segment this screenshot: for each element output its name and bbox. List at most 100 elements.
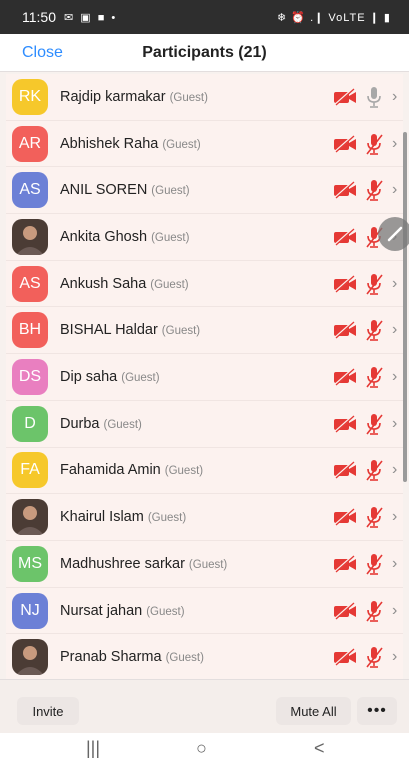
participant-role: (Guest)	[164, 465, 204, 478]
avatar: AS	[12, 172, 48, 209]
participant-name-text: Khairul Islam	[60, 509, 144, 526]
mic-muted-icon[interactable]	[364, 600, 384, 622]
status-time: 11:50	[22, 9, 56, 25]
mic-muted-icon[interactable]	[364, 459, 384, 482]
participant-name-text: Ankush Saha	[60, 275, 147, 292]
participant-role: (Guest)	[103, 418, 142, 431]
video-off-icon[interactable]	[333, 134, 357, 153]
recents-nav-icon[interactable]: |||	[86, 738, 100, 759]
notification-icons: ✉ ▣ ■ •	[64, 11, 118, 24]
participant-row[interactable]: NJ Nursat jahan (Guest) ›	[6, 588, 403, 635]
mic-muted-icon[interactable]	[364, 179, 384, 202]
participant-row[interactable]: DS Dip saha (Guest) ›	[6, 354, 403, 401]
chevron-right-icon[interactable]: ›	[392, 181, 397, 199]
mic-muted-icon[interactable]	[364, 133, 384, 155]
participant-name: Pranab Sharma (Guest)	[60, 649, 204, 665]
participant-row[interactable]: AS Ankush Saha (Guest) ›	[6, 261, 403, 308]
scrollbar[interactable]	[403, 132, 407, 482]
chevron-right-icon[interactable]: ›	[392, 508, 397, 526]
chevron-right-icon[interactable]: ›	[392, 555, 397, 573]
video-off-icon[interactable]	[333, 87, 357, 106]
avatar: AR	[12, 125, 48, 162]
participant-role: (Guest)	[150, 278, 189, 291]
video-off-icon[interactable]	[333, 321, 357, 340]
participant-role: (Guest)	[121, 372, 160, 385]
back-nav-icon[interactable]: <	[314, 738, 325, 759]
participant-name: Durba (Guest)	[60, 416, 142, 432]
video-off-icon[interactable]	[333, 648, 357, 667]
mic-muted-icon[interactable]	[364, 319, 384, 342]
avatar	[12, 499, 48, 536]
mic-muted-icon[interactable]	[364, 506, 384, 528]
video-off-icon[interactable]	[333, 508, 357, 527]
avatar	[12, 639, 48, 676]
participant-name: Nursat jahan (Guest)	[60, 603, 185, 619]
mic-muted-icon[interactable]	[364, 646, 384, 669]
video-off-icon[interactable]	[333, 461, 357, 480]
video-off-icon[interactable]	[333, 181, 357, 200]
participant-row[interactable]: Pranab Sharma (Guest) ›	[6, 634, 403, 679]
chevron-right-icon[interactable]: ›	[392, 415, 397, 433]
video-off-icon[interactable]	[333, 554, 357, 573]
video-off-icon[interactable]	[333, 414, 357, 433]
chevron-right-icon[interactable]: ›	[392, 275, 397, 293]
participant-row[interactable]: BH BISHAL Haldar (Guest) ›	[6, 308, 403, 355]
chevron-right-icon[interactable]: ›	[392, 648, 397, 666]
chevron-right-icon[interactable]: ›	[392, 135, 397, 153]
participant-row[interactable]: MS Madhushree sarkar (Guest) ›	[6, 541, 403, 588]
participant-role: (Guest)	[165, 652, 204, 665]
participant-name-text: Nursat jahan	[60, 602, 143, 619]
participant-name: Dip saha (Guest)	[60, 369, 160, 385]
chevron-right-icon[interactable]: ›	[392, 602, 397, 620]
floating-annotate-button[interactable]	[378, 217, 409, 251]
mic-muted-icon[interactable]	[364, 273, 384, 295]
avatar: D	[12, 405, 48, 442]
participants-header: Close Participants (21)	[0, 34, 409, 72]
participant-name-text: Rajdip karmakar	[60, 88, 166, 105]
video-off-icon[interactable]	[333, 601, 357, 620]
participant-name: Abhishek Raha (Guest)	[60, 136, 201, 152]
participant-name-text: Madhushree sarkar	[60, 555, 185, 572]
participant-row[interactable]: RK Rajdip karmakar (Guest) ›	[6, 74, 403, 121]
participant-role: (Guest)	[169, 91, 208, 104]
participant-row[interactable]: AR Abhishek Raha (Guest) ›	[6, 121, 403, 168]
participant-row[interactable]: Khairul Islam (Guest) ›	[6, 494, 403, 541]
participant-row[interactable]: FA Fahamida Amin (Guest) ›	[6, 448, 403, 495]
participant-name-text: Ankita Ghosh	[60, 228, 148, 245]
participant-row[interactable]: D Durba (Guest) ›	[6, 401, 403, 448]
mic-muted-icon[interactable]	[364, 366, 384, 388]
video-off-icon[interactable]	[333, 228, 357, 246]
video-off-icon[interactable]	[333, 368, 357, 386]
participant-name: Khairul Islam (Guest)	[60, 509, 186, 525]
avatar: DS	[12, 359, 48, 396]
more-options-button[interactable]: •••	[357, 697, 397, 725]
participant-name: Ankush Saha (Guest)	[60, 276, 189, 292]
participant-name: ANIL SOREN (Guest)	[60, 182, 190, 198]
participant-name: Fahamida Amin (Guest)	[60, 462, 203, 478]
participant-name: Ankita Ghosh (Guest)	[60, 229, 189, 245]
avatar: FA	[12, 452, 48, 489]
invite-button[interactable]: Invite	[17, 697, 79, 725]
participant-row[interactable]: Ankita Ghosh(Guest)›	[6, 214, 403, 261]
participant-role: (Guest)	[188, 558, 228, 571]
mic-muted-icon[interactable]	[364, 553, 384, 575]
participants-list[interactable]: RK Rajdip karmakar (Guest) › AR Abhishek Raha…	[6, 74, 403, 679]
participant-row[interactable]: AS ANIL SOREN (Guest) ›	[6, 167, 403, 215]
participant-name: BISHAL Haldar (Guest)	[60, 322, 200, 338]
participant-role: (Guest)	[151, 231, 190, 244]
chevron-right-icon[interactable]: ›	[392, 321, 397, 339]
chevron-right-icon[interactable]: ›	[392, 461, 397, 479]
participant-name-text: Fahamida Amin	[60, 462, 161, 479]
video-off-icon[interactable]	[333, 274, 357, 293]
participant-name-text: ANIL SOREN	[60, 182, 148, 199]
mic-muted-icon[interactable]	[364, 413, 384, 435]
participant-name-text: Dip saha	[60, 369, 118, 386]
mute-all-button[interactable]: Mute All	[276, 697, 351, 725]
chevron-right-icon[interactable]: ›	[392, 368, 397, 386]
participant-role: (Guest)	[151, 185, 190, 198]
home-nav-icon[interactable]: ○	[196, 738, 207, 759]
mic-icon[interactable]	[364, 86, 384, 108]
avatar: MS	[12, 545, 48, 582]
chevron-right-icon[interactable]: ›	[392, 88, 397, 106]
avatar	[12, 218, 48, 255]
